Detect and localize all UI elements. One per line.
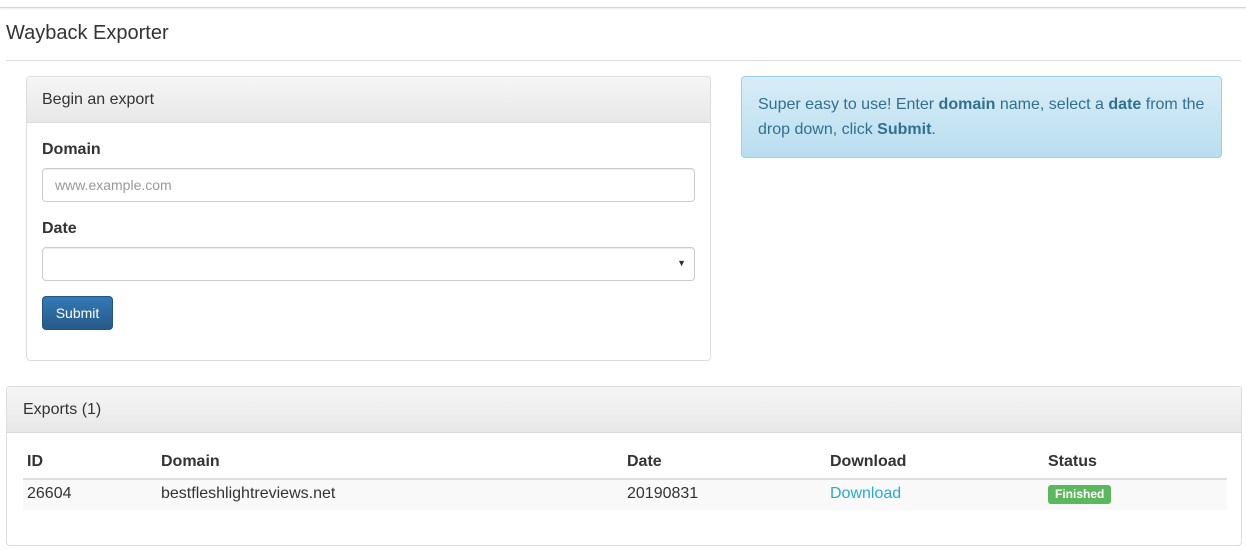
exports-header: Exports (1) xyxy=(7,387,1241,433)
info-text-middle: name, select a xyxy=(995,96,1109,113)
info-domain-word: domain xyxy=(938,96,996,113)
info-date-word: date xyxy=(1108,96,1142,113)
domain-input[interactable] xyxy=(42,168,695,202)
title-divider xyxy=(6,60,1241,61)
exports-table: ID Domain Date Download Status 26604 bes… xyxy=(23,448,1227,510)
download-link[interactable]: Download xyxy=(830,485,901,502)
row-status-cell: Finished xyxy=(1044,479,1227,510)
row-domain: bestfleshlightreviews.net xyxy=(157,479,623,510)
info-text-prefix: Super easy to use! Enter xyxy=(758,96,939,113)
begin-export-panel: Begin an export Domain Date ▼ Submit xyxy=(26,76,711,361)
row-date: 20190831 xyxy=(623,479,826,510)
row-id: 26604 xyxy=(23,479,157,510)
row-download-cell: Download xyxy=(826,479,1044,510)
table-row: 26604 bestfleshlightreviews.net 20190831… xyxy=(23,479,1227,510)
submit-button[interactable]: Submit xyxy=(42,296,113,330)
column-header-id: ID xyxy=(23,448,157,480)
column-header-domain: Domain xyxy=(157,448,623,480)
begin-export-header: Begin an export xyxy=(27,77,710,123)
date-select[interactable]: ▼ xyxy=(42,247,695,281)
table-header-row: ID Domain Date Download Status xyxy=(23,448,1227,480)
info-alert: Super easy to use! Enter domain name, se… xyxy=(741,76,1222,158)
domain-label: Domain xyxy=(42,141,101,158)
column-header-date: Date xyxy=(623,448,826,480)
column-header-status: Status xyxy=(1044,448,1227,480)
date-select-box[interactable] xyxy=(42,247,695,281)
info-submit-word: Submit xyxy=(877,121,932,138)
status-badge: Finished xyxy=(1048,484,1112,504)
date-label: Date xyxy=(42,220,77,237)
info-text-suffix: . xyxy=(931,121,936,138)
browser-top-border xyxy=(0,0,1246,8)
exports-panel: Exports (1) ID Domain Date Download Stat… xyxy=(6,386,1242,546)
page-title: Wayback Exporter xyxy=(6,22,169,44)
column-header-download: Download xyxy=(826,448,1044,480)
